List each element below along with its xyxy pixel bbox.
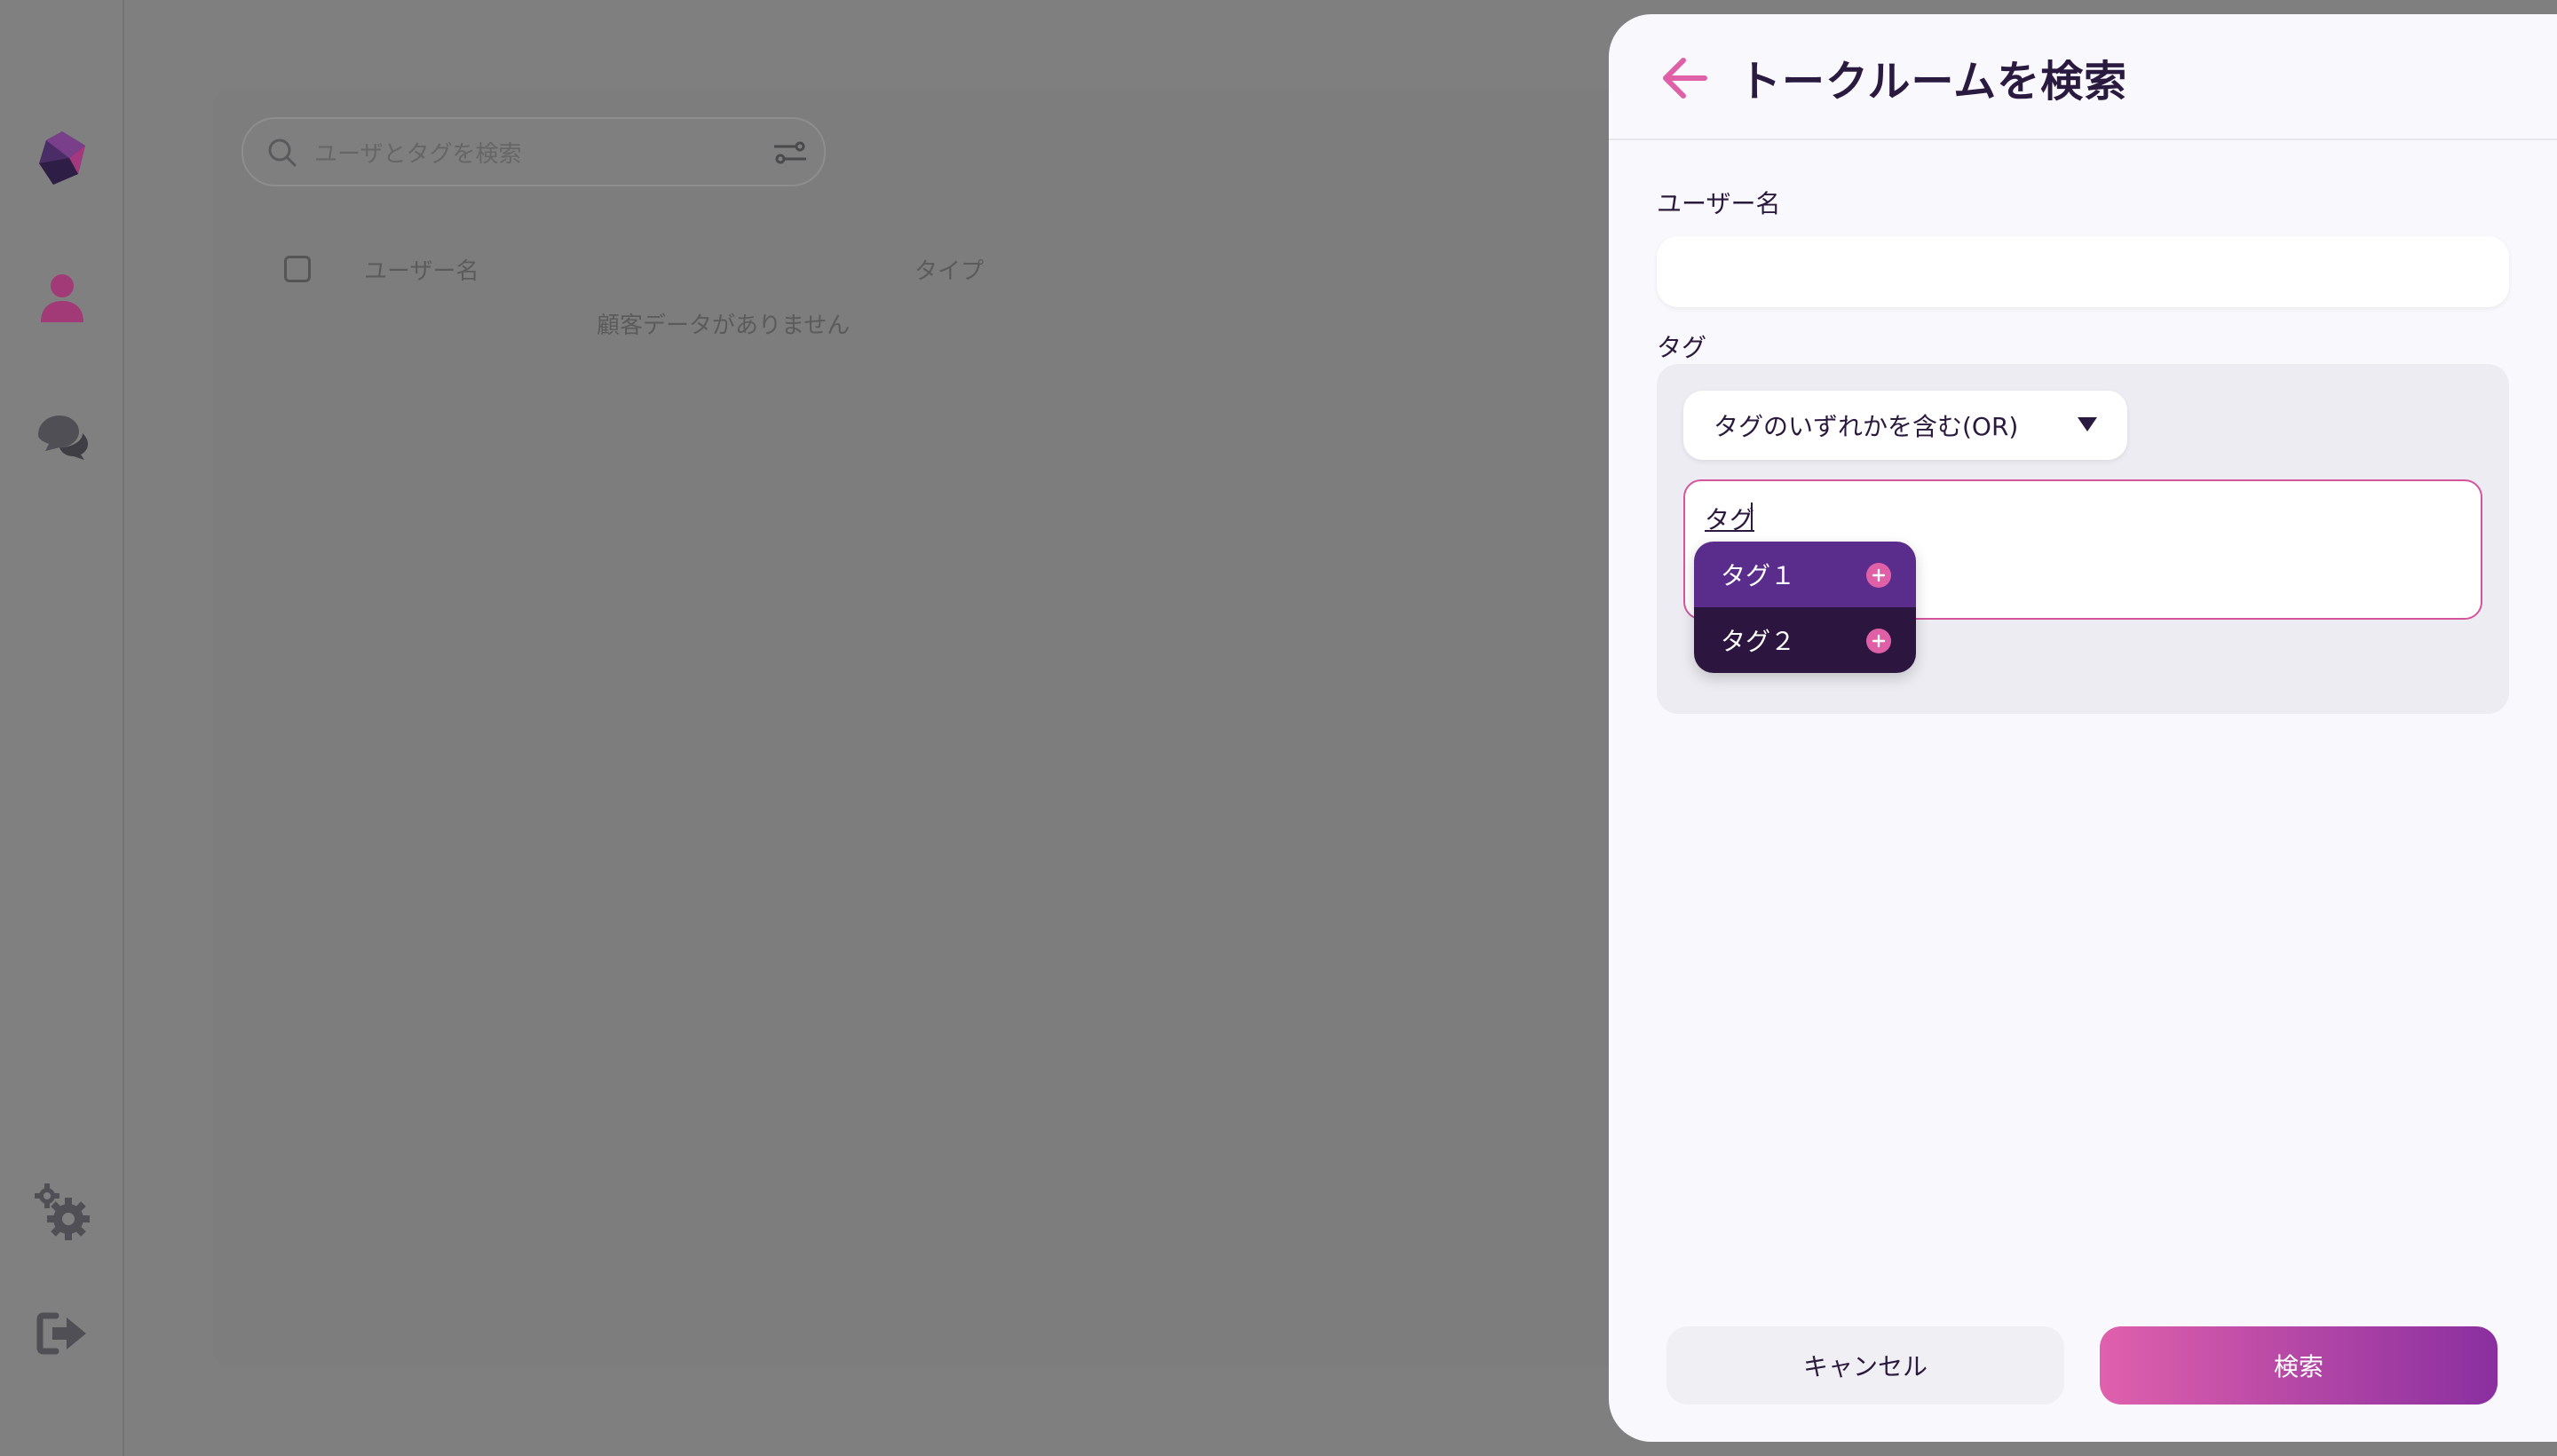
tag-mode-value: タグのいずれかを含む(OR) xyxy=(1714,412,2019,441)
back-arrow-icon[interactable] xyxy=(1658,51,1712,105)
sidebar xyxy=(0,0,124,1456)
suggestion-item[interactable]: タグ２ xyxy=(1694,607,1916,673)
search-bar[interactable]: ユーザとタグを検索 xyxy=(241,117,826,186)
logout-icon[interactable] xyxy=(30,1302,94,1365)
text-cursor xyxy=(1751,502,1753,531)
suggestion-label: タグ２ xyxy=(1721,627,1796,656)
filter-icon[interactable] xyxy=(772,138,808,170)
tag-mode-select[interactable]: タグのいずれかを含む(OR) xyxy=(1683,391,2127,460)
search-panel: トークルームを検索 ユーザー名 タグ タグのいずれかを含む(OR) タグ タグ１… xyxy=(1609,14,2557,1442)
tag-label: タグ xyxy=(1657,333,1707,362)
username-field[interactable] xyxy=(1657,236,2509,307)
select-all-checkbox[interactable] xyxy=(284,256,311,282)
column-header-username[interactable]: ユーザー名 xyxy=(364,253,479,286)
plus-icon[interactable] xyxy=(1866,563,1891,588)
chevron-down-icon xyxy=(2078,417,2097,431)
plus-icon[interactable] xyxy=(1866,629,1891,653)
settings-icon[interactable] xyxy=(30,1179,94,1243)
column-header-type[interactable]: タイプ xyxy=(914,253,984,286)
page-title: トークルームを検索 xyxy=(1738,57,2128,107)
suggestion-label: タグ１ xyxy=(1721,561,1796,590)
empty-message: 顧客データがありません xyxy=(597,313,851,339)
search-button[interactable]: 検索 xyxy=(2100,1326,2498,1405)
search-icon xyxy=(266,137,298,172)
app-logo-icon[interactable] xyxy=(30,126,94,190)
username-label: ユーザー名 xyxy=(1657,189,1781,218)
suggestion-item[interactable]: タグ１ xyxy=(1694,542,1916,607)
search-placeholder: ユーザとタグを検索 xyxy=(314,140,522,168)
tag-suggestions: タグ１ タグ２ xyxy=(1694,542,1916,673)
tag-input-text: タグ xyxy=(1705,505,1755,534)
tag-section: タグのいずれかを含む(OR) タグ タグ１ タグ２ xyxy=(1657,364,2509,714)
chat-icon[interactable] xyxy=(30,405,94,469)
cancel-button[interactable]: キャンセル xyxy=(1666,1326,2064,1405)
panel-header: トークルームを検索 xyxy=(1609,14,2557,140)
user-icon[interactable] xyxy=(30,266,94,330)
